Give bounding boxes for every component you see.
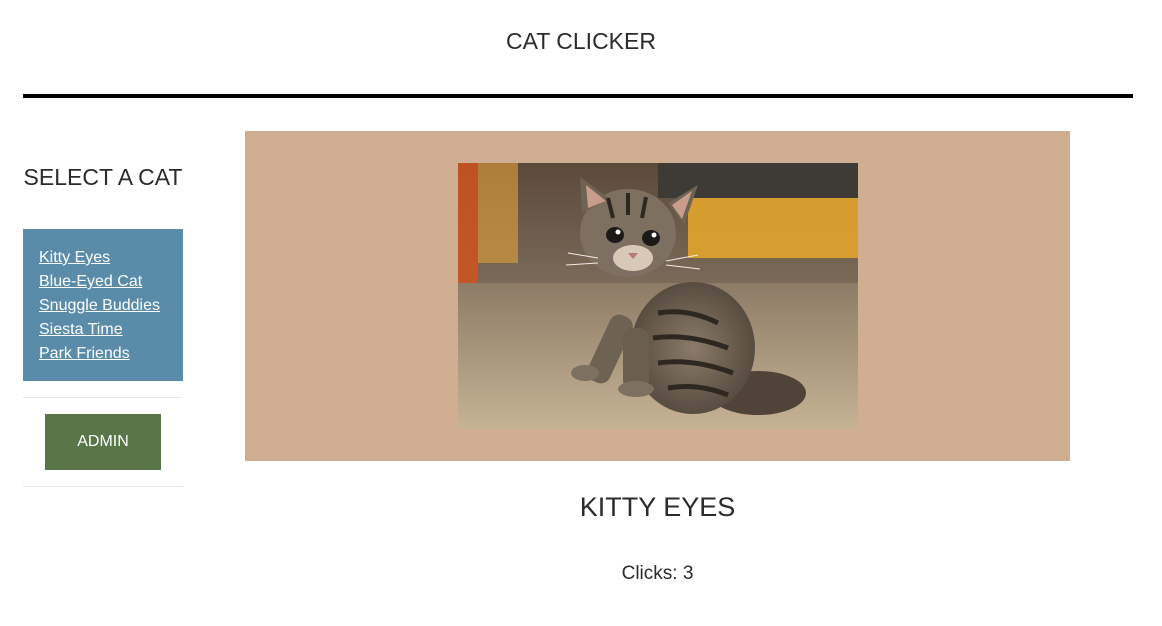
cat-image-panel — [245, 131, 1070, 461]
cat-link-snuggle-buddies[interactable]: Snuggle Buddies — [39, 294, 183, 318]
cat-link-siesta-time[interactable]: Siesta Time — [39, 318, 183, 342]
clicks-label: Clicks: — [621, 563, 678, 584]
sidebar-divider — [23, 397, 183, 398]
sidebar-title: SELECT A CAT — [23, 164, 183, 190]
cat-list: Kitty Eyes Blue-Eyed Cat Snuggle Buddies… — [23, 229, 183, 381]
sidebar-divider — [23, 486, 183, 487]
cat-link-kitty-eyes[interactable]: Kitty Eyes — [39, 246, 183, 270]
clicks-value: 3 — [682, 563, 694, 584]
app-title: CAT CLICKER — [506, 28, 656, 54]
cat-link-blue-eyed-cat[interactable]: Blue-Eyed Cat — [39, 270, 183, 294]
admin-button[interactable]: ADMIN — [45, 414, 161, 470]
kitten-photo[interactable] — [458, 163, 858, 429]
cat-name: KITTY EYES — [579, 492, 736, 522]
header-divider — [23, 94, 1133, 98]
click-count: Clicks: 3 — [245, 563, 1070, 585]
header: CAT CLICKER — [0, 0, 1162, 84]
cat-link-park-friends[interactable]: Park Friends — [39, 342, 183, 366]
